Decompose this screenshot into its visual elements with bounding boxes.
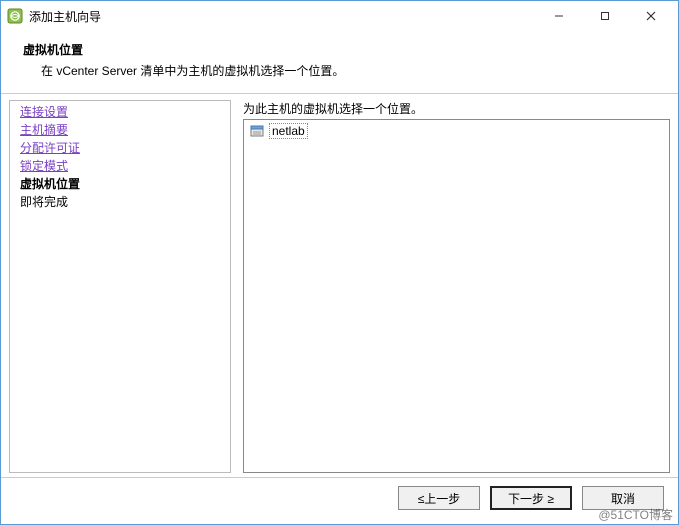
app-icon	[7, 8, 23, 24]
content-pane: 为此主机的虚拟机选择一个位置。 netlab	[243, 100, 670, 473]
window-title: 添加主机向导	[29, 8, 101, 25]
sidebar-item-vm-location: 虚拟机位置	[10, 175, 230, 193]
back-button[interactable]: ≤上一步	[398, 486, 480, 510]
sidebar-item-ready-to-complete: 即将完成	[10, 193, 230, 211]
cancel-button[interactable]: 取消	[582, 486, 664, 510]
next-button[interactable]: 下一步 ≥	[490, 486, 572, 510]
close-button[interactable]	[628, 2, 674, 30]
location-tree[interactable]: netlab	[243, 119, 670, 473]
wizard-window: 添加主机向导 虚拟机位置 在 vCenter Server 清单中为主机的虚拟机…	[0, 0, 679, 525]
step-description: 在 vCenter Server 清单中为主机的虚拟机选择一个位置。	[41, 62, 662, 79]
step-title: 虚拟机位置	[23, 41, 662, 58]
sidebar-label: 即将完成	[20, 195, 68, 209]
maximize-button[interactable]	[582, 2, 628, 30]
tree-node-datacenter[interactable]: netlab	[247, 123, 666, 139]
step-sidebar: 连接设置 主机摘要 分配许可证 锁定模式 虚拟机位置 即将完成	[9, 100, 231, 473]
sidebar-label: 虚拟机位置	[20, 177, 80, 191]
minimize-button[interactable]	[536, 2, 582, 30]
sidebar-item-assign-license[interactable]: 分配许可证	[10, 139, 230, 157]
sidebar-item-host-summary[interactable]: 主机摘要	[10, 121, 230, 139]
sidebar-item-lockdown-mode[interactable]: 锁定模式	[10, 157, 230, 175]
window-controls	[536, 2, 674, 30]
sidebar-link[interactable]: 连接设置	[20, 105, 68, 119]
sidebar-link[interactable]: 主机摘要	[20, 123, 68, 137]
wizard-button-bar: ≤上一步 下一步 ≥ 取消	[1, 477, 678, 524]
sidebar-link[interactable]: 锁定模式	[20, 159, 68, 173]
content-instruction: 为此主机的虚拟机选择一个位置。	[243, 100, 670, 117]
titlebar: 添加主机向导	[1, 1, 678, 31]
sidebar-item-connection-settings[interactable]: 连接设置	[10, 103, 230, 121]
sidebar-link[interactable]: 分配许可证	[20, 141, 80, 155]
wizard-header: 虚拟机位置 在 vCenter Server 清单中为主机的虚拟机选择一个位置。	[1, 31, 678, 94]
tree-node-label: netlab	[269, 123, 308, 139]
wizard-body: 连接设置 主机摘要 分配许可证 锁定模式 虚拟机位置 即将完成 为此主机的虚拟机…	[1, 94, 678, 477]
datacenter-icon	[249, 123, 265, 139]
